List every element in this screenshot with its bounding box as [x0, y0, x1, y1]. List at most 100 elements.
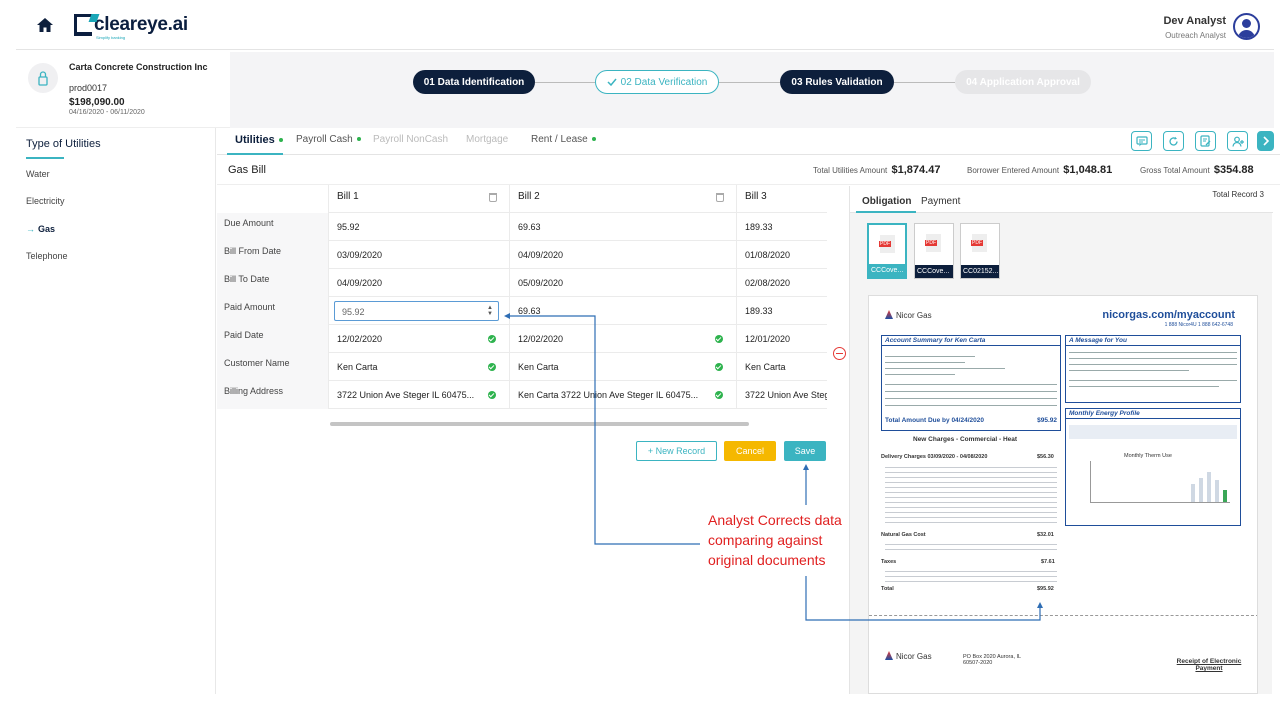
save-button[interactable]: Save	[784, 441, 826, 461]
delete-bill-icon[interactable]	[489, 193, 497, 202]
document-view-button[interactable]	[1131, 131, 1152, 151]
row-label: Paid Amount	[217, 297, 328, 325]
step-rules-validation[interactable]: 03 Rules Validation	[780, 70, 894, 94]
verified-check-icon	[488, 363, 496, 371]
table-cell[interactable]: Ken Carta	[736, 353, 827, 381]
add-user-icon	[1231, 136, 1244, 147]
table-cell[interactable]: 05/09/2020	[509, 269, 736, 297]
covered-period: 04/16/2020 - 06/11/2020	[69, 109, 145, 116]
text-line	[885, 391, 1057, 392]
table-cell[interactable]: 95.92	[328, 213, 509, 241]
tab-payroll-cash[interactable]: Payroll Cash	[296, 134, 361, 145]
verified-check-icon	[715, 363, 723, 371]
document-thumbnail[interactable]: CC02152...	[960, 223, 1000, 279]
document-thumbnail[interactable]: CCCove...	[867, 223, 907, 279]
flame-icon	[885, 310, 893, 319]
brand-tagline: Simplify banking	[96, 35, 126, 40]
user-avatar-icon[interactable]	[1233, 13, 1260, 40]
paid-amount-input[interactable]: 95.92 ▲ ▼	[334, 301, 499, 321]
checkmark-icon	[607, 78, 617, 86]
utility-type-sidebar: Type of Utilities Water Electricity → Gas…	[16, 128, 216, 694]
total-record-count: Total Record 3	[1212, 190, 1264, 199]
category-tabs: Utilities Payroll Cash Payroll NonCash M…	[217, 128, 1280, 155]
total-value: $354.88	[1213, 164, 1254, 176]
charge-lines	[885, 567, 1057, 582]
sidebar-item-water[interactable]: Water	[26, 169, 50, 179]
step-application-approval: 04 Application Approval	[955, 70, 1091, 94]
table-cell[interactable]: 03/09/2020	[328, 241, 509, 269]
table-row-paid-date: Paid Date 12/02/2020 12/02/2020 12/01/20…	[217, 325, 827, 353]
table-cell[interactable]: 02/08/2020	[736, 269, 827, 297]
refresh-button[interactable]	[1163, 131, 1184, 151]
amount-due-value: $95.92	[1037, 417, 1057, 424]
perforation-line	[869, 615, 1257, 616]
horizontal-scrollbar[interactable]	[330, 422, 749, 426]
table-cell[interactable]: 3722 Union Ave Steg	[736, 381, 827, 409]
refresh-icon	[1169, 136, 1178, 146]
tab-payment[interactable]: Payment	[921, 196, 960, 207]
table-cell[interactable]: 12/02/2020	[328, 325, 509, 353]
charge-lines	[885, 463, 1057, 523]
next-button[interactable]	[1257, 131, 1274, 151]
sidebar-item-telephone[interactable]: Telephone	[26, 251, 68, 261]
delete-bill-icon[interactable]	[716, 193, 724, 202]
column-title: Bill 3	[745, 191, 767, 202]
table-cell[interactable]: 189.33	[736, 213, 827, 241]
table-cell[interactable]: 69.63	[509, 297, 736, 325]
brand-name: cleareye.ai	[94, 14, 188, 35]
table-cell[interactable]: 12/01/2020	[736, 325, 827, 353]
table-cell[interactable]: 69.63	[509, 213, 736, 241]
new-charges-title: New Charges - Commercial - Heat	[913, 436, 1018, 443]
step-label: 04 Application Approval	[966, 76, 1080, 88]
table-cell[interactable]: 12/02/2020	[509, 325, 736, 353]
sidebar-item-gas[interactable]: → Gas	[26, 224, 55, 234]
tab-utilities[interactable]: Utilities	[235, 134, 283, 146]
edit-doc-icon	[1200, 135, 1211, 147]
cell-value: 12/02/2020	[518, 334, 564, 344]
table-cell[interactable]: 3722 Union Ave Steger IL 60475...	[328, 381, 509, 409]
cell-value: Ken Carta 3722 Union Ave Steger IL 60475…	[518, 390, 699, 400]
table-cell[interactable]: 04/09/2020	[328, 269, 509, 297]
document-tabs: Obligation Payment Total Record 3	[850, 186, 1273, 213]
active-tab-underline	[856, 211, 916, 213]
text-line	[885, 384, 1057, 385]
tab-mortgage[interactable]: Mortgage	[466, 134, 508, 145]
total-label: Total Utilities Amount	[813, 166, 888, 175]
number-stepper-icon[interactable]: ▲ ▼	[487, 305, 493, 317]
table-cell[interactable]: 01/08/2020	[736, 241, 827, 269]
table-cell[interactable]: Ken Carta	[328, 353, 509, 381]
step-data-identification[interactable]: 01 Data Identification	[413, 70, 535, 94]
pdf-icon	[971, 234, 987, 252]
column-header-bill-1: Bill 1	[328, 185, 509, 213]
table-row-due-amount: Due Amount 95.92 69.63 189.33	[217, 213, 827, 241]
edit-document-button[interactable]	[1195, 131, 1216, 151]
text-line	[885, 356, 975, 357]
table-cell[interactable]: 189.33	[736, 297, 827, 325]
tab-payroll-noncash[interactable]: Payroll NonCash	[373, 134, 448, 145]
add-user-button[interactable]	[1227, 131, 1248, 151]
company-id: prod0017	[69, 83, 108, 93]
row-label: Customer Name	[217, 353, 328, 381]
tab-obligation[interactable]: Obligation	[862, 196, 911, 207]
bill-url: nicorgas.com/myaccount	[1102, 309, 1235, 321]
gas-bill-header: Gas Bill Total Utilities Amount $1,874.4…	[217, 156, 1280, 185]
tab-rent-lease[interactable]: Rent / Lease	[531, 134, 596, 145]
document-thumbnail[interactable]: CCCove...	[914, 223, 954, 279]
table-cell[interactable]: Ken Carta 3722 Union Ave Steger IL 60475…	[509, 381, 736, 409]
utility-bill-preview[interactable]: Nicor Gas nicorgas.com/myaccount 1 888 N…	[868, 295, 1258, 694]
new-record-button[interactable]: + New Record	[636, 441, 717, 461]
home-icon[interactable]	[36, 16, 54, 34]
flame-icon	[885, 651, 893, 660]
sidebar-item-electricity[interactable]: Electricity	[26, 196, 65, 206]
table-cell[interactable]: 04/09/2020	[509, 241, 736, 269]
remove-circle-icon[interactable]	[833, 347, 846, 360]
table-row-paid-amount: Paid Amount 95.92 ▲ ▼ 69.63 189.33	[217, 297, 827, 325]
step-data-verification[interactable]: 02 Data Verification	[595, 70, 719, 94]
text-line	[1069, 380, 1237, 381]
cancel-button[interactable]: Cancel	[724, 441, 776, 461]
table-cell[interactable]: Ken Carta	[509, 353, 736, 381]
brand-logo[interactable]: cleareye.ai Simplify banking	[74, 14, 188, 40]
table-header-row: Bill 1 Bill 2 Bill 3	[217, 185, 827, 213]
chart-bar-current	[1223, 490, 1227, 502]
chevron-right-icon	[1262, 136, 1269, 146]
